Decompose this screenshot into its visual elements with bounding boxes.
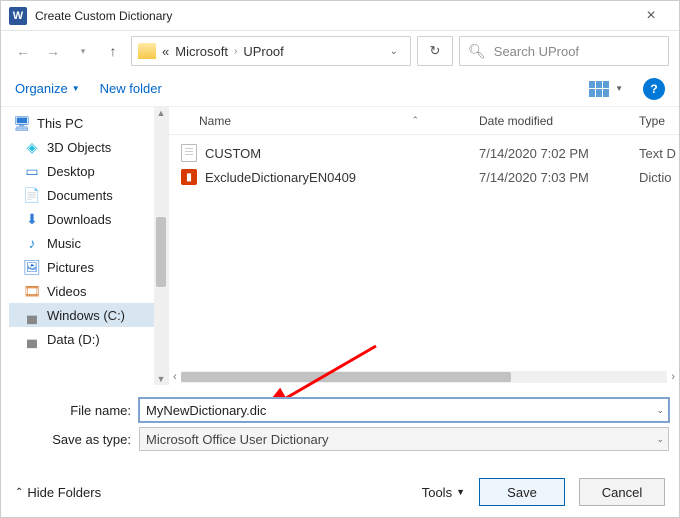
tree-videos[interactable]: 🎞Videos: [9, 279, 154, 303]
navigation-bar: ← → ▾ ↑ « Microsoft › UProof ⌄ ↻ 🔍︎ Sear…: [1, 31, 679, 71]
scroll-thumb[interactable]: [156, 217, 166, 287]
sort-indicator-icon: ⌃: [411, 115, 419, 126]
filename-label: File name:: [11, 403, 139, 418]
savetype-label: Save as type:: [11, 432, 139, 447]
column-modified[interactable]: Date modified: [469, 114, 629, 128]
scroll-right-icon[interactable]: ›: [671, 371, 675, 383]
search-placeholder: Search UProof: [494, 44, 579, 59]
view-mode-button[interactable]: ▼: [589, 81, 623, 97]
tree-music[interactable]: ♪Music: [9, 231, 154, 255]
scroll-thumb[interactable]: [181, 372, 511, 382]
pictures-icon: 🖼: [23, 259, 41, 275]
tree-documents[interactable]: 📄Documents: [9, 183, 154, 207]
forward-button[interactable]: →: [41, 39, 65, 63]
address-dropdown-icon[interactable]: ⌄: [384, 46, 404, 57]
scroll-down-icon[interactable]: ▼: [154, 374, 168, 384]
recent-dropdown-icon[interactable]: ▾: [71, 39, 95, 63]
tree-windows-c[interactable]: ▄Windows (C:): [9, 303, 154, 327]
tree-scrollbar[interactable]: ▲ ▼: [154, 107, 168, 385]
close-button[interactable]: ×: [631, 7, 671, 25]
tree-downloads[interactable]: ⬇Downloads: [9, 207, 154, 231]
tree-desktop[interactable]: ▭Desktop: [9, 159, 154, 183]
chevron-down-icon: ▼: [615, 84, 623, 93]
chevron-down-icon: ▼: [72, 84, 80, 93]
titlebar: W Create Custom Dictionary ×: [1, 1, 679, 31]
search-input[interactable]: 🔍︎ Search UProof: [459, 36, 669, 66]
savetype-select[interactable]: Microsoft Office User Dictionary ⌄: [139, 427, 669, 451]
breadcrumb-microsoft[interactable]: Microsoft: [175, 44, 228, 59]
pc-icon: 🖥: [13, 115, 31, 131]
file-row[interactable]: ▮ExcludeDictionaryEN0409 7/14/2020 7:03 …: [169, 165, 679, 189]
tree-3d-objects[interactable]: ◈3D Objects: [9, 135, 154, 159]
3d-objects-icon: ◈: [23, 139, 41, 155]
filename-input[interactable]: MyNewDictionary.dic ⌄: [139, 398, 669, 422]
refresh-icon: ↻: [430, 43, 441, 59]
window-title: Create Custom Dictionary: [35, 9, 631, 23]
tree-pictures[interactable]: 🖼Pictures: [9, 255, 154, 279]
text-file-icon: [181, 144, 197, 162]
breadcrumb-prefix: «: [162, 44, 169, 59]
downloads-icon: ⬇: [23, 211, 41, 227]
search-icon: 🔍︎: [468, 43, 486, 60]
chevron-up-icon: ⌃: [15, 487, 23, 498]
chevron-down-icon[interactable]: ⌄: [656, 434, 664, 445]
drive-icon: ▄: [23, 307, 41, 323]
scroll-up-icon[interactable]: ▲: [154, 108, 168, 118]
view-grid-icon: [589, 81, 609, 97]
address-bar[interactable]: « Microsoft › UProof ⌄: [131, 36, 411, 66]
tree-this-pc[interactable]: 🖥This PC: [9, 111, 154, 135]
dialog-footer: ⌃ Hide Folders Tools ▼ Save Cancel: [1, 462, 679, 516]
chevron-down-icon: ▼: [456, 487, 465, 497]
up-button[interactable]: ↑: [101, 39, 125, 63]
chevron-right-icon: ›: [234, 46, 237, 57]
file-row[interactable]: CUSTOM 7/14/2020 7:02 PM Text D: [169, 141, 679, 165]
folder-tree-pane: 🖥This PC ◈3D Objects ▭Desktop 📄Documents…: [1, 107, 169, 385]
music-icon: ♪: [23, 235, 41, 251]
main-area: 🖥This PC ◈3D Objects ▭Desktop 📄Documents…: [1, 107, 679, 385]
horizontal-scrollbar[interactable]: ‹ ›: [169, 369, 679, 385]
new-folder-button[interactable]: New folder: [100, 81, 162, 96]
cancel-button[interactable]: Cancel: [579, 478, 665, 506]
back-button[interactable]: ←: [11, 39, 35, 63]
word-app-icon: W: [9, 7, 27, 25]
toolbar: Organize ▼ New folder ▼ ?: [1, 71, 679, 107]
drive-icon: ▄: [23, 331, 41, 347]
desktop-icon: ▭: [23, 163, 41, 179]
column-name[interactable]: Name ⌃: [169, 114, 469, 128]
scroll-left-icon[interactable]: ‹: [173, 371, 177, 383]
refresh-button[interactable]: ↻: [417, 36, 453, 66]
chevron-down-icon[interactable]: ⌄: [656, 405, 664, 416]
breadcrumb-uproof[interactable]: UProof: [243, 44, 283, 59]
file-rows: CUSTOM 7/14/2020 7:02 PM Text D ▮Exclude…: [169, 135, 679, 369]
documents-icon: 📄: [23, 187, 41, 203]
videos-icon: 🎞: [23, 283, 41, 299]
hide-folders-button[interactable]: ⌃ Hide Folders: [15, 485, 101, 500]
column-type[interactable]: Type: [629, 114, 679, 128]
help-button[interactable]: ?: [643, 78, 665, 100]
file-list-pane: Name ⌃ Date modified Type CUSTOM 7/14/20…: [169, 107, 679, 385]
office-file-icon: ▮: [181, 169, 197, 185]
tree-data-d[interactable]: ▄Data (D:): [9, 327, 154, 351]
save-button[interactable]: Save: [479, 478, 565, 506]
tools-menu[interactable]: Tools ▼: [422, 485, 465, 500]
scroll-track[interactable]: [181, 371, 668, 383]
folder-tree[interactable]: 🖥This PC ◈3D Objects ▭Desktop 📄Documents…: [1, 107, 154, 385]
column-headers: Name ⌃ Date modified Type: [169, 107, 679, 135]
organize-button[interactable]: Organize ▼: [15, 81, 80, 96]
save-form: File name: MyNewDictionary.dic ⌄ Save as…: [1, 385, 679, 462]
folder-icon: [138, 43, 156, 59]
